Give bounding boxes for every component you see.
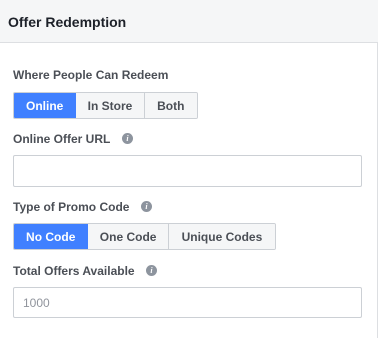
redeem-online-button[interactable]: Online	[14, 93, 77, 118]
panel-title: Offer Redemption	[8, 14, 127, 30]
panel-header: Offer Redemption	[0, 0, 378, 43]
redeem-in-store-button[interactable]: In Store	[76, 93, 145, 118]
info-icon[interactable]: i	[141, 201, 152, 212]
promo-code-type-label: Type of Promo Code	[13, 200, 130, 214]
no-code-button[interactable]: No Code	[14, 224, 89, 249]
one-code-button[interactable]: One Code	[88, 224, 169, 249]
info-icon[interactable]: i	[122, 133, 133, 144]
redeem-location-toggle: Online In Store Both	[13, 92, 198, 119]
info-icon[interactable]: i	[146, 265, 157, 276]
offer-redemption-panel: Offer Redemption Where People Can Redeem…	[0, 0, 378, 338]
redeem-location-label: Where People Can Redeem	[13, 68, 169, 82]
total-offers-label: Total Offers Available	[13, 264, 135, 278]
total-offers-input[interactable]	[13, 287, 362, 318]
promo-code-type-toggle: No Code One Code Unique Codes	[13, 223, 276, 250]
unique-codes-button[interactable]: Unique Codes	[168, 224, 275, 249]
offer-url-input[interactable]	[13, 155, 362, 187]
offer-url-label: Online Offer URL	[13, 132, 111, 146]
redeem-both-button[interactable]: Both	[144, 93, 197, 118]
